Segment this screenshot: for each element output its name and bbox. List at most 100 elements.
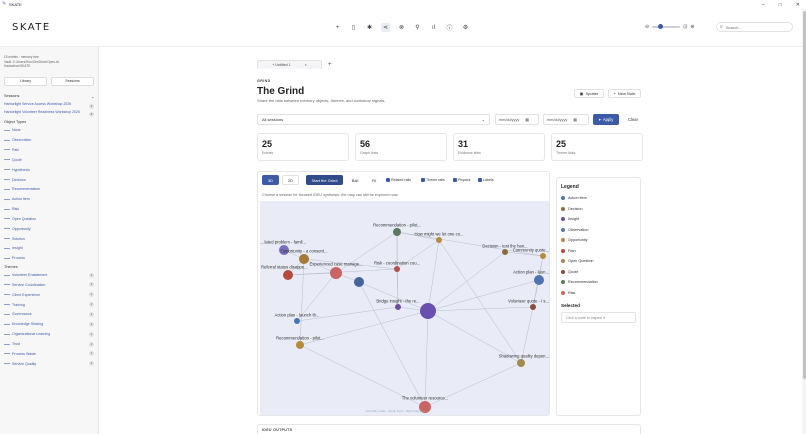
object-type-item[interactable]: Pain <box>0 145 98 155</box>
add-tab-button[interactable]: + <box>328 62 332 68</box>
graph-node[interactable] <box>395 304 401 310</box>
tab-library[interactable]: Library <box>4 76 47 86</box>
object-type-item[interactable]: Solution <box>0 234 98 244</box>
theme-count-badge: 2 <box>89 331 94 337</box>
object-type-item[interactable]: Observation <box>0 135 98 145</box>
theme-rails-checkbox[interactable]: Theme rails <box>421 178 445 182</box>
window-scrollbar[interactable] <box>802 9 806 434</box>
document-tab[interactable]: + Untitled 1 × <box>257 60 322 69</box>
session-item[interactable]: Harborlight Service Access Workshop 2026… <box>0 102 98 109</box>
object-type-item[interactable]: Action item <box>0 194 98 204</box>
theme-item[interactable]: Training 2 <box>0 300 98 310</box>
scrollbar-thumb[interactable] <box>802 11 806 379</box>
date-from-input[interactable]: mm/dd/yyyy ▦ <box>495 114 539 125</box>
chart-icon[interactable]: ıl <box>429 23 438 32</box>
close-icon[interactable]: × <box>305 63 307 67</box>
theme-item[interactable]: Knowledge Sharing 2 <box>0 319 98 329</box>
theme-item[interactable]: Process Waste 2 <box>0 349 98 359</box>
theme-item[interactable]: Organizational Learning 2 <box>0 329 98 339</box>
zoom-out-icon[interactable]: ⊖ <box>645 24 649 30</box>
graph-node[interactable] <box>394 266 400 272</box>
book-icon[interactable]: ▯ <box>349 23 358 32</box>
mode-2d-button[interactable]: 2D <box>282 175 299 185</box>
legend-label: Opportunity <box>568 238 588 243</box>
date-to-input[interactable]: mm/dd/yyyy ▦ <box>543 114 589 125</box>
graph-node[interactable] <box>436 237 442 243</box>
graph-node[interactable] <box>502 249 508 255</box>
checkbox-checked-icon <box>421 178 425 182</box>
object-type-item[interactable]: Risk <box>0 204 98 214</box>
graph-svg[interactable]: Recommendation - pilot... How might we le… <box>260 201 549 415</box>
graph-node[interactable] <box>283 270 293 280</box>
graph-node-label: Referral status disappe... <box>261 265 308 270</box>
zoom-in-icon[interactable]: ⊕ <box>690 24 694 30</box>
apply-button[interactable]: ▾ Apply <box>593 114 619 125</box>
dash-icon <box>4 149 10 151</box>
graph-canvas[interactable]: Recommendation - pilot... How might we le… <box>260 201 549 415</box>
fit-button[interactable]: Fit <box>366 175 382 185</box>
minimize-button[interactable]: – <box>762 2 765 8</box>
zoom-slider-knob[interactable] <box>658 24 664 29</box>
graph-node[interactable] <box>530 304 536 310</box>
theme-item[interactable]: Governance 2 <box>0 310 98 320</box>
session-item[interactable]: Harborlight Volunteer Readiness Workshop… <box>0 110 98 117</box>
outputs-section-header[interactable]: IDEU OUTPUTS <box>257 424 641 434</box>
related-rails-checkbox[interactable]: Related rails <box>386 178 411 182</box>
physics-checkbox[interactable]: Physics <box>453 178 470 182</box>
spotter-button[interactable]: ▣ Spotter <box>574 89 604 98</box>
theme-item[interactable]: Trust 2 <box>0 339 98 349</box>
graph-node[interactable] <box>296 341 304 349</box>
dash-icon <box>4 129 10 131</box>
graph-node[interactable] <box>299 254 309 264</box>
labels-checkbox[interactable]: Labels <box>478 178 494 182</box>
object-type-item[interactable]: Process <box>0 253 98 263</box>
new-note-button[interactable]: + New Note <box>608 89 641 98</box>
close-window-button[interactable]: ✕ <box>796 2 800 8</box>
add-icon[interactable]: + <box>333 23 342 32</box>
graph-node[interactable] <box>534 275 544 285</box>
info-icon[interactable]: ⓘ <box>445 23 454 32</box>
mode-3d-button[interactable]: 3D <box>262 175 279 185</box>
object-type-item[interactable]: Recommendation <box>0 184 98 194</box>
tab-sessions[interactable]: Sessions <box>51 76 94 86</box>
zoom-reset-icon[interactable]: ⊡ <box>683 24 687 30</box>
graph-node[interactable] <box>517 359 525 367</box>
legend-dot-icon <box>561 269 565 274</box>
graph-node[interactable] <box>330 267 342 279</box>
object-type-item[interactable]: Hypothesis <box>0 165 98 175</box>
sessions-header[interactable]: Sessions ⌄ <box>0 94 98 99</box>
gear-cluster-icon[interactable]: ✱ <box>365 23 374 32</box>
session-filter-select[interactable]: All sessions ⌄ <box>257 114 490 125</box>
graph-node[interactable] <box>393 228 401 236</box>
object-type-item[interactable]: Opportunity <box>0 224 98 234</box>
maximize-button[interactable]: □ <box>779 2 782 8</box>
search-input[interactable] <box>725 24 786 30</box>
graph-node[interactable] <box>294 318 300 324</box>
theme-item[interactable]: Service Quality 2 <box>0 359 98 369</box>
search-box[interactable]: ⌕ <box>716 22 793 32</box>
chevron-down-icon[interactable]: ⌄ <box>91 94 94 99</box>
object-type-item[interactable]: Decision <box>0 175 98 185</box>
settings-icon[interactable]: ⚙ <box>461 23 470 32</box>
map-pin-icon[interactable]: ⚲ <box>413 23 422 32</box>
graph-node[interactable] <box>540 253 546 259</box>
graph-share-icon[interactable]: ⋖ <box>381 23 390 32</box>
object-type-item[interactable]: Insight <box>0 244 98 254</box>
binoculars-icon[interactable]: ⊗ <box>397 23 406 32</box>
object-type-item[interactable]: Quote <box>0 155 98 165</box>
graph-node[interactable] <box>354 277 364 287</box>
theme-item[interactable]: Service Coordination 3 <box>0 280 98 290</box>
clear-button[interactable]: Clear <box>625 114 641 125</box>
object-type-item[interactable]: Open Question <box>0 214 98 224</box>
start-grind-button[interactable]: Start the Grind <box>306 175 343 185</box>
zoom-slider[interactable] <box>652 24 681 29</box>
graph-node[interactable] <box>420 303 436 319</box>
graph-edge <box>299 258 305 346</box>
chevron-down-icon: ⌄ <box>481 117 485 122</box>
theme-item[interactable]: Volunteer Enablement 3 <box>0 270 98 280</box>
legend-dot-icon <box>561 196 565 201</box>
bail-button[interactable]: Bail <box>347 175 363 185</box>
dash-icon <box>4 274 10 276</box>
theme-item[interactable]: Client Experience 2 <box>0 290 98 300</box>
object-type-item[interactable]: None <box>0 125 98 135</box>
